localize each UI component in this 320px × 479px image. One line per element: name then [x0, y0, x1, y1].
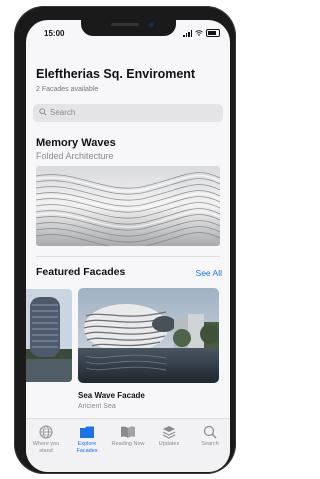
tab-reading-now[interactable]: Reading Now	[108, 425, 148, 448]
signal-icon	[183, 29, 192, 37]
search-input[interactable]: Search	[33, 104, 223, 122]
tab-explore-facades[interactable]: Explore Facades	[67, 425, 107, 455]
tab-label: Reading Now	[111, 441, 145, 447]
search-icon	[203, 425, 217, 439]
tab-search[interactable]: Search	[190, 425, 230, 448]
wifi-icon	[195, 29, 203, 36]
see-all-link[interactable]: See All	[196, 268, 222, 278]
tab-label: Explore Facades	[76, 441, 98, 454]
status-time: 15:00	[44, 29, 65, 38]
featured-main-image[interactable]	[36, 166, 220, 246]
tab-updates[interactable]: Updates	[149, 425, 189, 448]
facade-card-title: Sea Wave Facade	[78, 391, 145, 400]
facade-count: 2 Facades available	[36, 86, 99, 93]
camera	[149, 22, 154, 27]
notch	[81, 20, 176, 36]
globe-icon	[39, 425, 53, 439]
battery-icon	[206, 29, 220, 37]
tab-where-you-stand[interactable]: Where you stand	[26, 425, 66, 455]
search-placeholder: Search	[50, 108, 76, 117]
facade-card-sea-wave[interactable]	[78, 288, 219, 383]
tab-label: Search	[201, 441, 219, 447]
featured-facades-title: Featured Facades	[36, 266, 126, 278]
featured-main-title[interactable]: Memory Waves	[36, 137, 116, 149]
folder-icon	[80, 426, 94, 438]
tab-bar: Where you stand Explore Facades Reading …	[26, 418, 230, 472]
featured-main-subtitle: Folded Architecture	[36, 151, 114, 161]
app-screen: 15:00 Eleftherias Sq. Enviroment 2 Facad…	[26, 20, 230, 472]
layers-icon	[162, 426, 176, 439]
facade-card-subtitle: Ancient Sea	[78, 403, 116, 410]
search-icon	[39, 108, 47, 116]
tab-label: Where you stand	[32, 441, 60, 454]
page-title: Eleftherias Sq. Enviroment	[36, 67, 196, 81]
status-icons	[183, 29, 220, 37]
facade-card-previous[interactable]	[26, 289, 72, 382]
book-icon	[121, 426, 135, 438]
speaker	[111, 23, 139, 26]
tab-label: Updates	[158, 441, 180, 447]
section-divider	[36, 256, 220, 257]
